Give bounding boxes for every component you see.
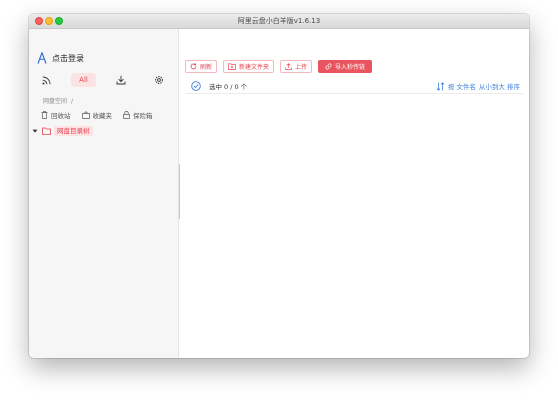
main-panel: 刷新 新建文件夹 上传 导入秒传链 选中 0 / 0 个 按 文件名 从小到大 … — [179, 29, 529, 358]
title-bar: 阿里云盘小白羊版v1.6.13 — [29, 14, 529, 29]
gear-icon — [155, 76, 163, 84]
new-folder-button[interactable]: 新建文件夹 — [223, 60, 275, 73]
sort-control[interactable]: 按 文件名 从小到大 排序 — [436, 81, 520, 91]
upload-icon — [285, 63, 292, 70]
tab-settings[interactable] — [153, 73, 165, 87]
folder-add-icon — [228, 63, 236, 70]
selection-prefix: 选中 — [209, 83, 222, 91]
tab-download[interactable] — [115, 73, 127, 87]
refresh-icon — [190, 63, 197, 70]
login-label: 点击登录 — [52, 53, 84, 63]
favorites-icon — [81, 110, 90, 119]
download-icon — [116, 75, 126, 85]
link-safe-box[interactable]: 保险箱 — [123, 110, 153, 120]
link-recycle-bin-label: 回收站 — [51, 111, 71, 120]
link-icon — [325, 63, 332, 70]
breadcrumb: 网盘空间 / — [43, 96, 73, 105]
select-all-checkbox[interactable] — [191, 81, 201, 91]
trash-icon — [41, 110, 48, 119]
file-list-header: 选中 0 / 0 个 按 文件名 从小到大 排序 — [185, 79, 523, 94]
link-safe-box-label: 保险箱 — [133, 111, 153, 120]
tab-rss[interactable] — [40, 73, 52, 87]
new-folder-label: 新建文件夹 — [239, 64, 270, 71]
selection-value: 0 / 0 个 — [224, 83, 248, 91]
link-favorites-label: 收藏夹 — [92, 111, 113, 120]
breadcrumb-root[interactable]: 网盘空间 — [43, 98, 67, 105]
selection-count: 选中 0 / 0 个 — [209, 81, 247, 91]
import-link-label: 导入秒传链 — [335, 64, 366, 71]
sidebar-tabs: All — [29, 72, 179, 88]
import-link-button[interactable]: 导入秒传链 — [318, 60, 373, 73]
quick-links: 回收站 收藏夹 保险箱 — [41, 109, 164, 120]
upload-label: 上传 — [295, 64, 308, 71]
rss-icon — [42, 76, 50, 84]
breadcrumb-separator: / — [71, 98, 74, 105]
lock-icon — [123, 110, 130, 119]
tab-all[interactable]: All — [71, 73, 96, 87]
caret-down-icon[interactable] — [32, 128, 38, 134]
sidebar: 点击登录 All 网盘空间 / 回收站 收藏夹 保险箱 网盘目录树 — [29, 29, 179, 358]
file-toolbar: 刷新 新建文件夹 上传 导入秒传链 — [185, 60, 378, 73]
sort-icon — [436, 81, 445, 91]
refresh-label: 刷新 — [200, 64, 213, 71]
window-title: 阿里云盘小白羊版v1.6.13 — [237, 17, 321, 25]
app-logo-icon — [37, 52, 47, 64]
link-favorites[interactable]: 收藏夹 — [81, 110, 113, 120]
refresh-button[interactable]: 刷新 — [185, 60, 218, 73]
folder-icon — [42, 127, 51, 135]
upload-button[interactable]: 上传 — [280, 60, 313, 73]
sort-field: 按 文件名 — [447, 83, 476, 91]
tree-root-label: 网盘目录树 — [54, 125, 93, 136]
app-window: 阿里云盘小白羊版v1.6.13 点击登录 All 网盘空间 / 回收站 收藏夹 … — [29, 14, 529, 358]
link-recycle-bin[interactable]: 回收站 — [41, 110, 71, 120]
tab-all-label: All — [79, 76, 88, 84]
tree-root-node[interactable]: 网盘目录树 — [32, 125, 93, 136]
sort-order: 从小到大 排序 — [478, 83, 520, 91]
login-row[interactable]: 点击登录 — [37, 51, 84, 65]
